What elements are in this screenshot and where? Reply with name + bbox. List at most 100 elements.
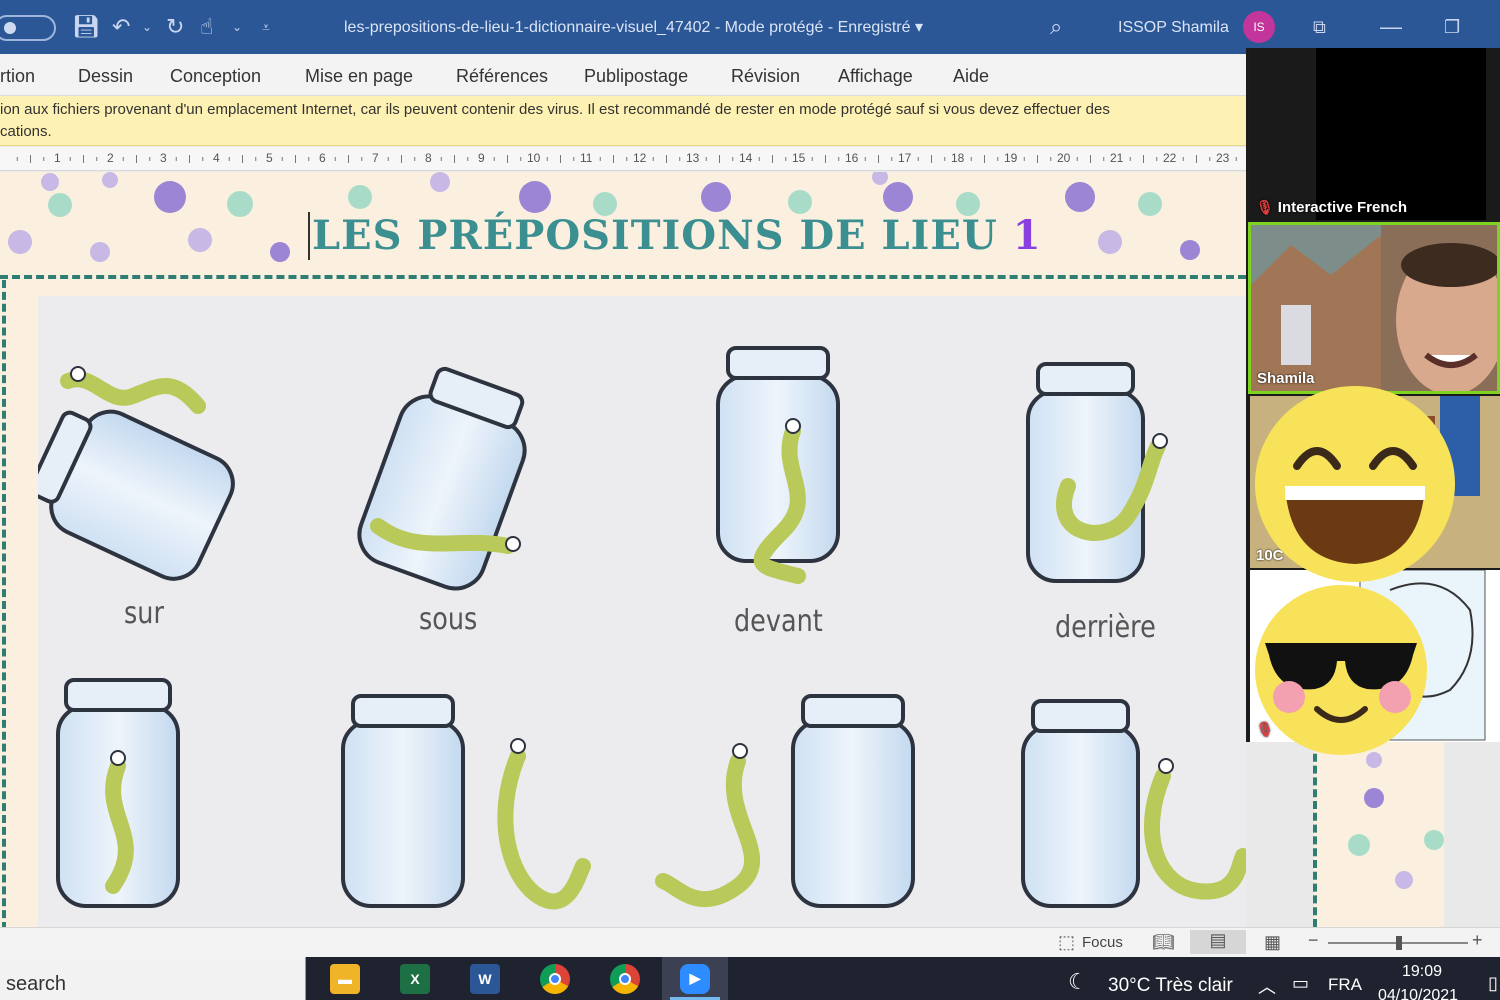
tab-aide[interactable]: Aide <box>953 54 989 96</box>
laughing-emoji-face <box>1285 447 1425 564</box>
zoom-slider[interactable] <box>1328 936 1468 950</box>
weather-widget[interactable]: 30°C Très clair <box>1108 975 1233 997</box>
participant-name: Shamila <box>1257 370 1315 387</box>
participant-name: 🎙︎ Interactive French <box>1256 199 1407 216</box>
dashed-border-right <box>1313 742 1317 927</box>
autosave-toggle[interactable] <box>0 15 56 41</box>
minimize-icon[interactable]: — <box>1380 0 1402 54</box>
protected-view-banner: ion aux fichiers provenant d'un emplacem… <box>0 96 1246 146</box>
ruler-number: 11 <box>580 151 593 165</box>
ruler-number: 9 <box>478 151 485 165</box>
laughing-emoji-icon <box>1255 386 1455 582</box>
page-right-edge <box>1314 740 1444 927</box>
tab-publipostage[interactable]: Publipostage <box>584 54 688 96</box>
redo-icon[interactable]: ↻ <box>166 0 184 54</box>
jar-contre <box>1021 699 1140 908</box>
tab-revision[interactable]: Révision <box>731 54 800 96</box>
zoom-slider-thumb[interactable] <box>1396 936 1402 950</box>
ruler-number: 3 <box>160 151 167 165</box>
tab-affichage[interactable]: Affichage <box>838 54 913 96</box>
document-page[interactable]: LES PRÉPOSITIONS DE LIEU 1 sur sous deva… <box>0 172 1246 927</box>
sunglasses-emoji-icon <box>1255 585 1427 755</box>
word-status-bar: ⬚ Focus 📖︎ ▤ ▦ − + <box>0 927 1500 957</box>
jar-sur <box>38 409 235 581</box>
chrome-icon-2[interactable] <box>592 957 658 1000</box>
ruler-number: 5 <box>266 151 273 165</box>
customize-toolbar-icon[interactable]: ⩡ <box>262 0 270 54</box>
search-icon[interactable]: ⌕ <box>1050 0 1062 54</box>
document-heading: LES PRÉPOSITIONS DE LIEU 1 <box>308 212 1042 260</box>
weather-moon-icon[interactable]: ☾ <box>1068 969 1088 995</box>
save-icon[interactable]: 💾︎ <box>72 0 100 54</box>
touch-dropdown-icon[interactable]: ⌄ <box>232 0 242 54</box>
focus-icon[interactable]: ⬚ <box>1058 932 1075 953</box>
jar-derriere <box>1026 362 1145 583</box>
ruler-number: 19 <box>1004 151 1018 165</box>
horizontal-ruler[interactable]: 1 2 3 4 5 6 7 8 9 10 11 12 13 14 15 16 17 18 19 20 21 22 23 <box>0 147 1246 171</box>
undo-icon[interactable]: ↶ <box>112 0 130 54</box>
heading-text: LES PRÉPOSITIONS DE LIEU <box>312 212 998 259</box>
language-indicator[interactable]: FRA <box>1328 975 1362 995</box>
jar-a-cote-de <box>341 694 465 908</box>
zoom-out-icon[interactable]: − <box>1308 930 1319 951</box>
ruler-number: 16 <box>845 151 859 165</box>
ruler-number: 8 <box>425 151 432 165</box>
battery-icon[interactable]: ▭ <box>1292 973 1309 994</box>
ribbon-display-icon[interactable]: ⧉ <box>1313 0 1326 54</box>
excel-icon[interactable]: X <box>382 957 448 1000</box>
ribbon-tabs: rtion Dessin Conception Mise en page Réf… <box>0 54 1246 96</box>
touch-mode-icon[interactable]: ☝︎ <box>200 0 213 54</box>
ruler-number: 10 <box>527 151 541 165</box>
ruler-number: 13 <box>686 151 700 165</box>
label-derriere: derrière <box>1055 610 1156 645</box>
tab-insertion[interactable]: rtion <box>0 54 35 96</box>
mic-muted-icon: 🎙︎ <box>1256 199 1274 215</box>
user-name[interactable]: ISSOP Shamila <box>1118 0 1229 54</box>
read-mode-icon[interactable]: 📖︎ <box>1152 932 1175 953</box>
taskbar-search-box[interactable]: search <box>0 957 306 1000</box>
ruler-number: 23 <box>1216 151 1230 165</box>
undo-dropdown-icon[interactable]: ⌄ <box>142 0 152 54</box>
ruler-number: 7 <box>372 151 379 165</box>
video-tile-interactive-french[interactable]: 🎙︎ Interactive French <box>1250 48 1500 220</box>
print-layout-icon[interactable]: ▤ <box>1190 930 1246 954</box>
zoom-in-icon[interactable]: + <box>1472 930 1483 951</box>
ruler-number: 2 <box>107 151 114 165</box>
tab-mise-en-page[interactable]: Mise en page <box>305 54 413 96</box>
file-explorer-icon[interactable]: ▬ <box>312 957 378 1000</box>
jar-sous <box>357 366 527 591</box>
ruler-number: 20 <box>1057 151 1071 165</box>
ruler-number: 22 <box>1163 151 1177 165</box>
chevron-up-icon[interactable]: ︿ <box>1258 973 1276 999</box>
tab-references[interactable]: Références <box>456 54 548 96</box>
label-sur: sur <box>124 596 164 631</box>
dashed-border-top <box>0 275 1246 279</box>
tab-dessin[interactable]: Dessin <box>78 54 133 96</box>
polka-dot-background-right <box>1348 752 1444 889</box>
chrome-icon[interactable] <box>522 957 588 1000</box>
clock-date[interactable]: 04/10/2021 <box>1378 987 1458 1000</box>
document-title[interactable]: les-prepositions-de-lieu-1-dictionnaire-… <box>344 0 923 54</box>
label-sous: sous <box>419 602 478 637</box>
participant-video <box>1251 225 1497 391</box>
avatar[interactable]: IS <box>1243 11 1275 43</box>
focus-button[interactable]: Focus <box>1082 934 1123 951</box>
ruler-number: 6 <box>319 151 326 165</box>
ruler-number: 17 <box>898 151 912 165</box>
sunglasses-emoji-face <box>1265 643 1417 723</box>
clock-time[interactable]: 19:09 <box>1402 963 1442 981</box>
banner-text-line-2: cations. <box>0 123 52 140</box>
search-input[interactable]: search <box>6 973 66 996</box>
ruler-number: 15 <box>792 151 806 165</box>
web-layout-icon[interactable]: ▦ <box>1264 932 1281 953</box>
ruler-number: 12 <box>633 151 647 165</box>
tab-conception[interactable]: Conception <box>170 54 261 96</box>
ruler-number: 21 <box>1110 151 1124 165</box>
word-icon[interactable]: W <box>452 957 518 1000</box>
zoom-app-icon[interactable]: ▶ <box>662 957 728 1000</box>
windows-taskbar: search ▬ X W ▶ ☾ 30°C Très clair ︿ ▭ FRA… <box>0 957 1500 1000</box>
notification-icon[interactable]: ▯ <box>1488 973 1498 994</box>
ruler-number: 4 <box>213 151 220 165</box>
restore-icon[interactable]: ❐ <box>1444 0 1460 54</box>
video-tile-shamila[interactable]: Shamila <box>1248 222 1500 394</box>
